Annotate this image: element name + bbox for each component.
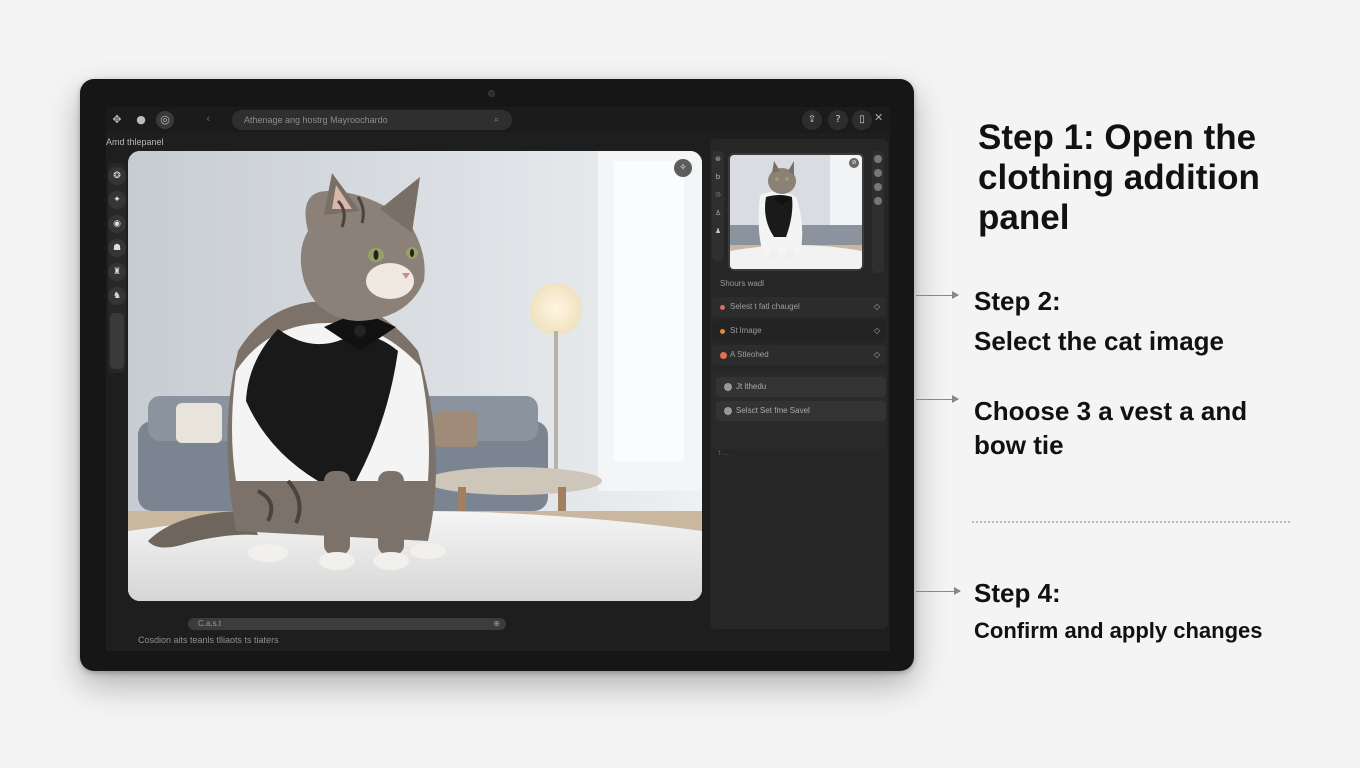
share-icon[interactable]: ⇪ bbox=[802, 110, 822, 130]
step-3-line-1: Choose 3 a vest a and bbox=[974, 396, 1248, 426]
radio-icon[interactable] bbox=[724, 407, 732, 415]
image-canvas[interactable]: ✧ bbox=[128, 151, 702, 601]
scroll-dot bbox=[874, 169, 882, 177]
section-label: Shours wadl bbox=[720, 279, 765, 288]
settings-icon[interactable]: ⊛ bbox=[712, 153, 724, 165]
person-icon[interactable]: ♙ bbox=[712, 207, 724, 219]
top-toolbar: ✥ ● ◎ ‹ Athenage ang hostrg Mayroochardo… bbox=[106, 107, 890, 133]
bag-icon[interactable]: ♜ bbox=[108, 263, 126, 281]
option-row-3[interactable]: A Stleohed ◇ bbox=[712, 345, 886, 365]
canvas-ai-badge-icon[interactable]: ✧ bbox=[674, 159, 692, 177]
panel-side-icons: ⊛ b ♲ ♙ ♟ bbox=[712, 151, 724, 261]
radio-icon[interactable] bbox=[724, 383, 732, 391]
zoom-icon[interactable]: ⊕ bbox=[493, 618, 500, 630]
back-icon[interactable]: ‹ bbox=[206, 112, 210, 125]
step-2-heading: Step 2: bbox=[974, 286, 1061, 316]
option-label: A Stleohed bbox=[730, 350, 769, 359]
step-1-heading: Step 1: Open the clothing addition panel bbox=[978, 118, 1260, 237]
sub-options-group: Jt lthedu Selsct Set fme Savel bbox=[712, 371, 886, 449]
scroll-dot bbox=[874, 183, 882, 191]
cat-thumbnail-image bbox=[730, 155, 862, 269]
bottom-progress-bar[interactable]: C.a.s.t ⊕ bbox=[188, 618, 506, 630]
close-icon[interactable]: ✕ bbox=[874, 111, 883, 124]
step-4-body: Confirm and apply changes bbox=[974, 618, 1263, 643]
ai-icon[interactable]: ◎ bbox=[156, 111, 174, 129]
status-dot bbox=[720, 305, 725, 310]
thumbnail-scrollbar[interactable] bbox=[872, 151, 884, 273]
bottom-bar-label: C.a.s.t bbox=[198, 619, 222, 628]
sub-option-label: Selsct Set fme Savel bbox=[736, 406, 810, 415]
figure-icon[interactable]: ♟ bbox=[712, 225, 724, 237]
separator-line bbox=[972, 521, 1290, 523]
sub-option-label: Jt lthedu bbox=[736, 382, 767, 391]
cat-photo bbox=[128, 151, 702, 601]
layout-icon[interactable]: ▯ bbox=[852, 110, 872, 130]
cat-thumbnail[interactable]: ⊘ bbox=[728, 153, 864, 271]
step-2-body: Select the cat image bbox=[974, 326, 1224, 356]
tablet-device: ✥ ● ◎ ‹ Athenage ang hostrg Mayroochardo… bbox=[80, 79, 914, 671]
option-label: Selest t fatl chaugel bbox=[730, 302, 800, 311]
hat-icon[interactable]: ☗ bbox=[108, 239, 126, 257]
arrow-step-3 bbox=[916, 395, 959, 403]
chevron-icon[interactable]: ◇ bbox=[874, 345, 880, 365]
layers-icon[interactable]: ◉ bbox=[108, 215, 126, 233]
app-screen: ✥ ● ◎ ‹ Athenage ang hostrg Mayroochardo… bbox=[106, 107, 890, 651]
left-toolbar: ❂ ✦ ◉ ☗ ♜ ♞ bbox=[108, 163, 126, 373]
panel-footnote: 'l .... bbox=[718, 451, 729, 457]
camera-dot bbox=[488, 90, 495, 97]
option-row-1[interactable]: Selest t fatl chaugel ◇ bbox=[712, 297, 886, 317]
thumbnail-select-icon[interactable]: ⊘ bbox=[849, 158, 859, 168]
step-4-heading: Step 4: bbox=[974, 578, 1061, 608]
option-row-2[interactable]: St lmage ◇ bbox=[712, 321, 886, 341]
chevron-icon[interactable]: ◇ bbox=[874, 297, 880, 317]
panel-title: Amd thlepanel bbox=[106, 137, 164, 147]
status-caption: Cosdion aits teanls tlliaots ts tiaters bbox=[138, 635, 279, 645]
status-dot bbox=[720, 352, 727, 359]
arrow-step-4 bbox=[916, 587, 961, 595]
move-icon[interactable]: ✥ bbox=[108, 111, 126, 129]
toolbar-scroll-handle[interactable] bbox=[110, 313, 124, 369]
bold-icon[interactable]: b bbox=[712, 171, 724, 183]
sub-option-2[interactable]: Selsct Set fme Savel bbox=[716, 401, 886, 421]
shirt-icon[interactable]: ❂ bbox=[108, 167, 126, 185]
search-icon[interactable]: ⌕ bbox=[494, 111, 499, 129]
brush-icon[interactable]: ✦ bbox=[108, 191, 126, 209]
address-bar[interactable]: Athenage ang hostrg Mayroochardo bbox=[232, 110, 512, 130]
status-dot bbox=[720, 329, 725, 334]
option-label: St lmage bbox=[730, 326, 762, 335]
accessory-icon[interactable]: ♞ bbox=[108, 287, 126, 305]
brush-icon[interactable]: ● bbox=[132, 111, 150, 129]
scroll-dot bbox=[874, 155, 882, 163]
chevron-icon[interactable]: ◇ bbox=[874, 321, 880, 341]
step-3-line-2: bow tie bbox=[974, 430, 1064, 460]
sub-option-1[interactable]: Jt lthedu bbox=[716, 377, 886, 397]
help-icon[interactable]: ? bbox=[828, 110, 848, 130]
arrow-step-2 bbox=[916, 291, 959, 299]
clothing-addition-panel: ⊛ b ♲ ♙ ♟ ⊘ Shours wadl Selest t fatl ch… bbox=[710, 139, 888, 629]
recycle-icon[interactable]: ♲ bbox=[712, 189, 724, 201]
scroll-dot bbox=[874, 197, 882, 205]
